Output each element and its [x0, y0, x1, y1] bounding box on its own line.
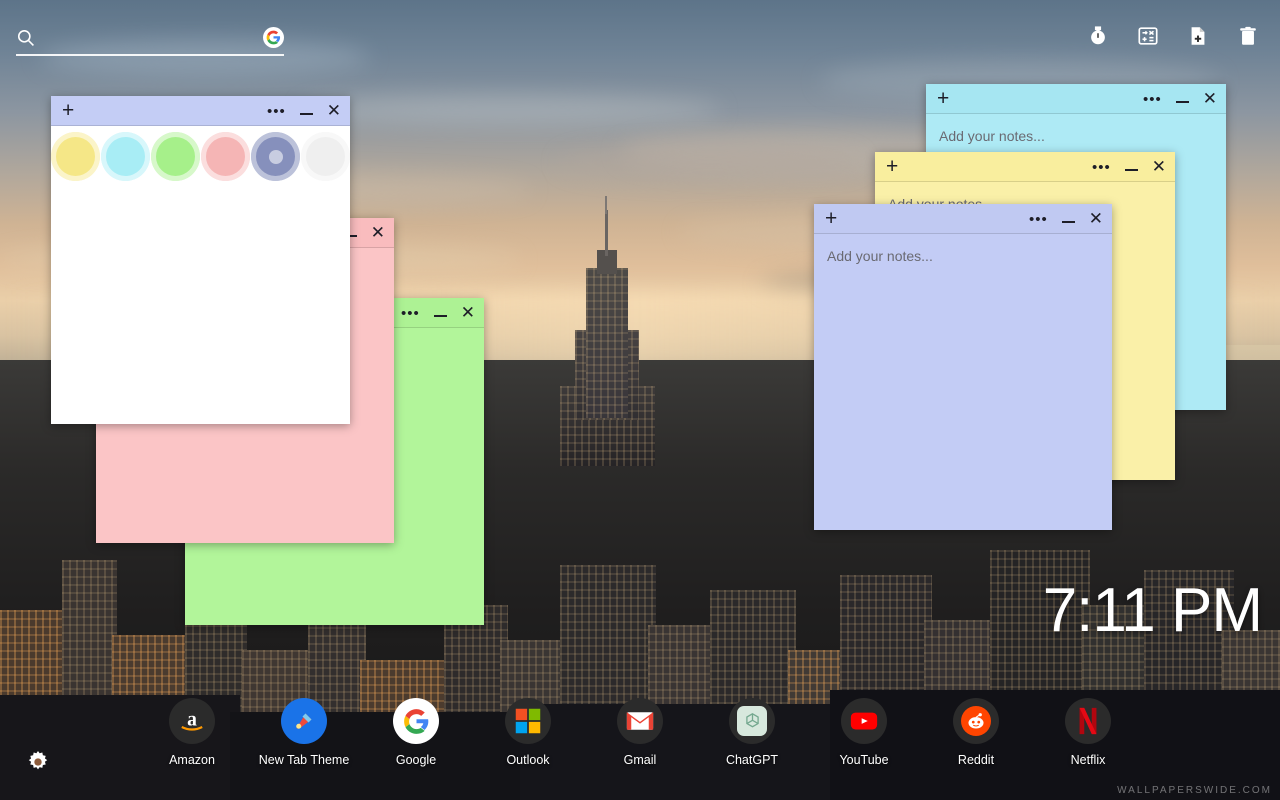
shortcut-google[interactable]: Google — [360, 698, 472, 767]
minimize-button[interactable] — [1175, 101, 1189, 103]
minimize-button[interactable] — [433, 315, 447, 317]
search-input[interactable] — [35, 29, 263, 45]
shortcut-amazon[interactable]: a Amazon — [136, 698, 248, 767]
calculator-icon[interactable] — [1134, 22, 1162, 50]
empire-state-body — [586, 268, 628, 418]
google-g-logo — [263, 26, 284, 48]
add-note-button[interactable]: + — [886, 156, 898, 177]
add-note-button[interactable]: + — [937, 88, 949, 109]
gmail-icon — [617, 698, 663, 744]
shortcut-label: Google — [395, 753, 437, 767]
note-title-bar[interactable]: + ••• ✕ — [51, 96, 350, 126]
swatch-yellow[interactable] — [51, 132, 100, 181]
reddit-icon — [953, 698, 999, 744]
shortcut-bar: a Amazon New Tab Theme Google Outlook Gm… — [0, 698, 1280, 788]
note-menu-button[interactable]: ••• — [267, 104, 286, 119]
note-menu-button[interactable]: ••• — [1143, 92, 1162, 107]
note-title-bar[interactable]: + ••• ✕ — [875, 152, 1175, 182]
note-menu-button[interactable]: ••• — [401, 306, 420, 321]
shortcut-chatgpt[interactable]: ChatGPT — [696, 698, 808, 767]
swatch-purple[interactable] — [251, 132, 300, 181]
new-tab-theme-icon — [281, 698, 327, 744]
color-palette[interactable] — [51, 126, 350, 181]
shortcut-label: Netflix — [1070, 753, 1106, 767]
swatch-cyan[interactable] — [101, 132, 150, 181]
swatch-white[interactable] — [301, 132, 350, 181]
empire-state-antenna — [605, 196, 607, 214]
minimize-button[interactable] — [299, 113, 313, 115]
timer-icon[interactable] — [1084, 22, 1112, 50]
add-note-button[interactable]: + — [62, 100, 74, 121]
close-button[interactable]: ✕ — [371, 224, 385, 242]
shortcut-new-tab-theme[interactable]: New Tab Theme — [248, 698, 360, 767]
note-text-area[interactable] — [51, 181, 350, 424]
empire-state-spire — [605, 210, 608, 256]
sticky-note-window[interactable]: + ••• ✕ — [51, 96, 350, 424]
shortcut-label: New Tab Theme — [258, 753, 350, 767]
wallpaper-watermark: WALLPAPERSWIDE.COM — [1117, 785, 1272, 796]
youtube-icon — [841, 698, 887, 744]
netflix-icon — [1065, 698, 1111, 744]
shortcut-label: YouTube — [839, 753, 889, 767]
shortcut-reddit[interactable]: Reddit — [920, 698, 1032, 767]
shortcut-gmail[interactable]: Gmail — [584, 698, 696, 767]
cloud — [300, 95, 720, 125]
search-bar[interactable] — [16, 20, 284, 56]
note-text-area[interactable]: Add your notes... — [814, 234, 1112, 530]
shortcut-label: Gmail — [623, 753, 657, 767]
minimize-button[interactable] — [1061, 221, 1075, 223]
close-button[interactable]: ✕ — [1203, 90, 1217, 108]
minimize-button[interactable] — [1124, 169, 1138, 171]
outlook-icon — [505, 698, 551, 744]
search-icon — [16, 28, 35, 47]
close-button[interactable]: ✕ — [1089, 210, 1103, 228]
chatgpt-icon — [729, 698, 775, 744]
sticky-note-window[interactable]: + ••• ✕ Add your notes... — [814, 204, 1112, 530]
shortcut-outlook[interactable]: Outlook — [472, 698, 584, 767]
svg-text:a: a — [187, 709, 197, 730]
utility-toolbar — [1084, 22, 1262, 50]
cloud — [560, 145, 860, 179]
amazon-icon: a — [169, 698, 215, 744]
shortcut-label: Reddit — [957, 753, 995, 767]
add-note-button[interactable]: + — [825, 208, 837, 229]
swatch-pink[interactable] — [201, 132, 250, 181]
trash-icon[interactable] — [1234, 22, 1262, 50]
close-button[interactable]: ✕ — [461, 304, 475, 322]
shortcut-netflix[interactable]: Netflix — [1032, 698, 1144, 767]
swatch-green[interactable] — [151, 132, 200, 181]
shortcut-label: Amazon — [169, 753, 215, 767]
shortcut-youtube[interactable]: YouTube — [808, 698, 920, 767]
note-menu-button[interactable]: ••• — [1092, 160, 1111, 175]
gear-icon[interactable] — [25, 749, 51, 775]
note-menu-button[interactable]: ••• — [1029, 212, 1048, 227]
shortcut-label: Outlook — [506, 753, 550, 767]
close-button[interactable]: ✕ — [1152, 158, 1166, 176]
note-title-bar[interactable]: + ••• ✕ — [814, 204, 1112, 234]
clock-display: 7:11 PM — [1042, 576, 1263, 645]
note-title-bar[interactable]: + ••• ✕ — [926, 84, 1226, 114]
new-note-icon[interactable] — [1184, 22, 1212, 50]
google-icon — [393, 698, 439, 744]
shortcut-label: ChatGPT — [725, 753, 779, 767]
close-button[interactable]: ✕ — [327, 102, 341, 120]
